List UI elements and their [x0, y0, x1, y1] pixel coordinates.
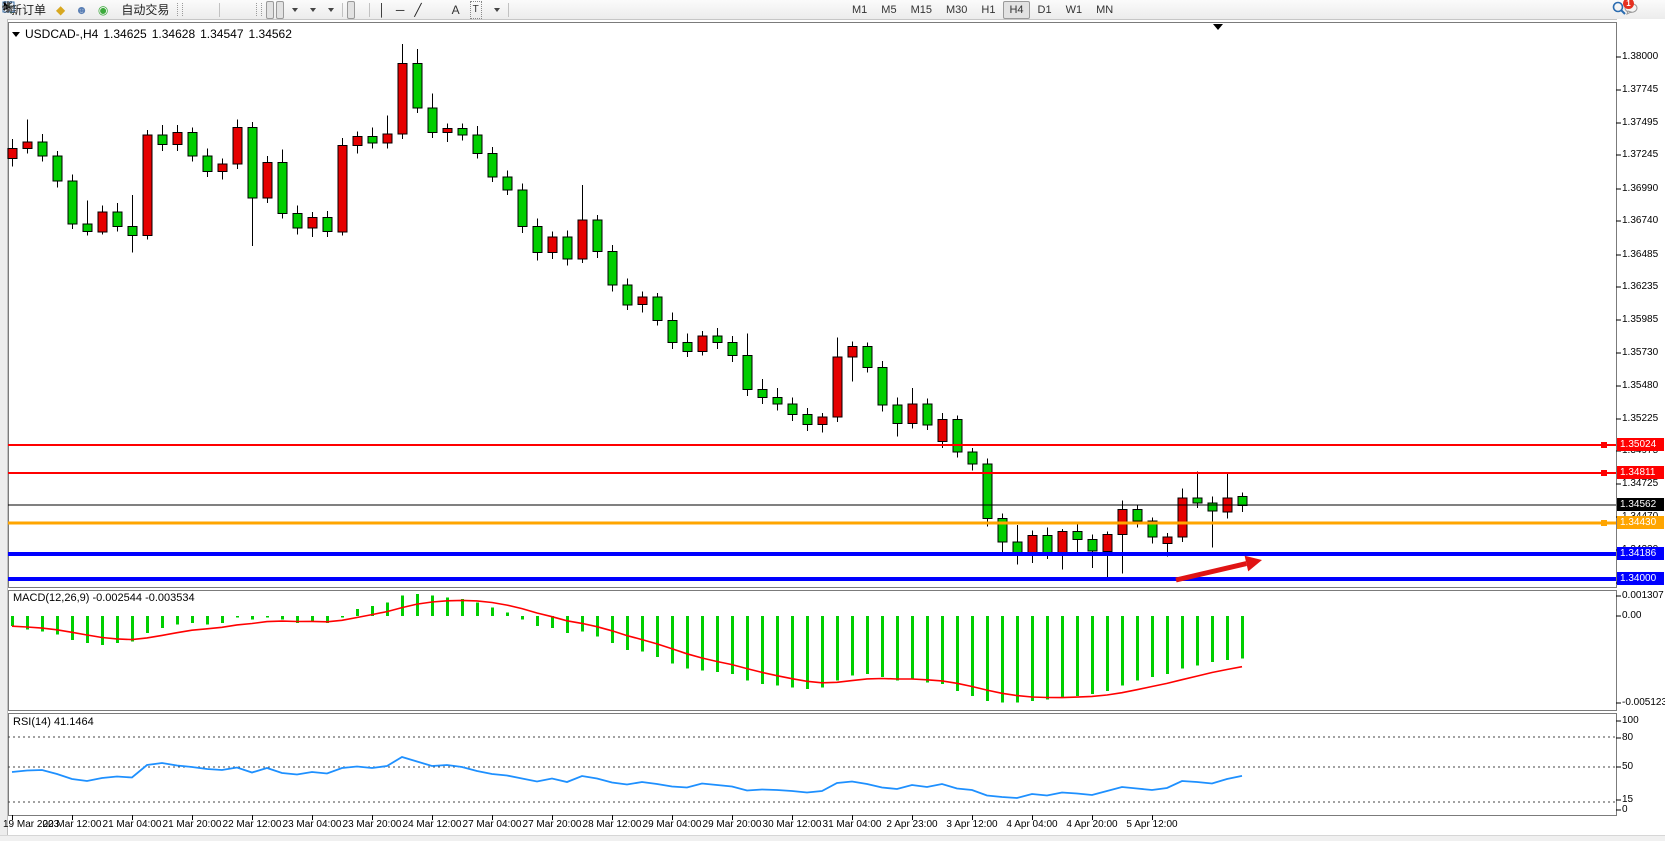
- price-level-badge: 1.34000: [1617, 572, 1664, 585]
- date-axis-label: 21 Mar 04:00: [103, 819, 162, 830]
- price-level-badge: 1.34430: [1617, 516, 1664, 529]
- price-axis-label: 1.35225: [1622, 413, 1658, 425]
- price-low: 1.34547: [200, 27, 243, 41]
- date-axis-label: 4 Apr 04:00: [1006, 819, 1057, 830]
- price-axis-label: 1.36740: [1622, 215, 1658, 227]
- price-axis-label: 1.36485: [1622, 249, 1658, 261]
- price-axis-label: 1.36235: [1622, 281, 1658, 293]
- date-axis-label: 5 Apr 12:00: [1126, 819, 1177, 830]
- rsi-axis-label: 0: [1622, 804, 1628, 816]
- date-axis-label: 4 Apr 20:00: [1066, 819, 1117, 830]
- price-close: 1.34562: [249, 27, 292, 41]
- date-axis-label: 2 Apr 23:00: [886, 819, 937, 830]
- date-axis-label: 30 Mar 12:00: [763, 819, 822, 830]
- date-axis-label: 27 Mar 04:00: [463, 819, 522, 830]
- date-axis-label: 21 Mar 20:00: [163, 819, 222, 830]
- date-axis-label: 23 Mar 20:00: [343, 819, 402, 830]
- rsi-indicator-label: RSI(14) 41.1464: [13, 716, 94, 728]
- date-axis-label: 3 Apr 12:00: [946, 819, 997, 830]
- chart-symbol: USDCAD-,H4: [25, 27, 98, 41]
- rsi-axis-label: 50: [1622, 761, 1633, 773]
- price-axis-label: 1.37245: [1622, 149, 1658, 161]
- price-axis-label: 1.35985: [1622, 314, 1658, 326]
- price-level-badge: 1.35024: [1617, 438, 1664, 451]
- price-axis-label: 1.36990: [1622, 183, 1658, 195]
- date-axis-label: 27 Mar 20:00: [523, 819, 582, 830]
- price-axis-label: 1.35730: [1622, 347, 1658, 359]
- price-level-badge: 1.34811: [1617, 466, 1664, 479]
- chart-title: USDCAD-,H4 1.34625 1.34628 1.34547 1.345…: [12, 27, 292, 41]
- macd-indicator-label: MACD(12,26,9) -0.002544 -0.003534: [13, 592, 195, 604]
- mt4-window: 新订单 ◆ ☻ ◉ 自动交易: [0, 0, 1665, 841]
- price-axis-label: 1.37745: [1622, 84, 1658, 96]
- price-open: 1.34625: [103, 27, 146, 41]
- price-axis-label: 1.35480: [1622, 380, 1658, 392]
- date-axis-label: 20 Mar 12:00: [43, 819, 102, 830]
- date-axis-label: 22 Mar 12:00: [223, 819, 282, 830]
- price-level-badge: 1.34186: [1617, 547, 1664, 560]
- price-high: 1.34628: [152, 27, 195, 41]
- date-axis-label: 28 Mar 12:00: [583, 819, 642, 830]
- bottom-strip: [0, 835, 1665, 841]
- price-axis-label: 1.37495: [1622, 117, 1658, 129]
- date-axis-label: 29 Mar 04:00: [643, 819, 702, 830]
- rsi-axis-label: 100: [1622, 715, 1639, 727]
- macd-axis-label: -0.005123: [1622, 697, 1665, 709]
- macd-axis-label: 0.001307: [1622, 590, 1664, 602]
- date-axis-label: 23 Mar 04:00: [283, 819, 342, 830]
- chart-canvas[interactable]: [0, 0, 1665, 841]
- date-axis-label: 31 Mar 04:00: [823, 819, 882, 830]
- price-axis-label: 1.34725: [1622, 478, 1658, 490]
- macd-axis-label: 0.00: [1622, 610, 1641, 622]
- date-axis-label: 29 Mar 20:00: [703, 819, 762, 830]
- price-axis-label: 1.38000: [1622, 51, 1658, 63]
- rsi-axis-label: 80: [1622, 732, 1633, 744]
- date-axis-label: 24 Mar 12:00: [403, 819, 462, 830]
- price-level-badge: 1.34562: [1617, 498, 1664, 511]
- chart-expand-icon[interactable]: [12, 32, 20, 37]
